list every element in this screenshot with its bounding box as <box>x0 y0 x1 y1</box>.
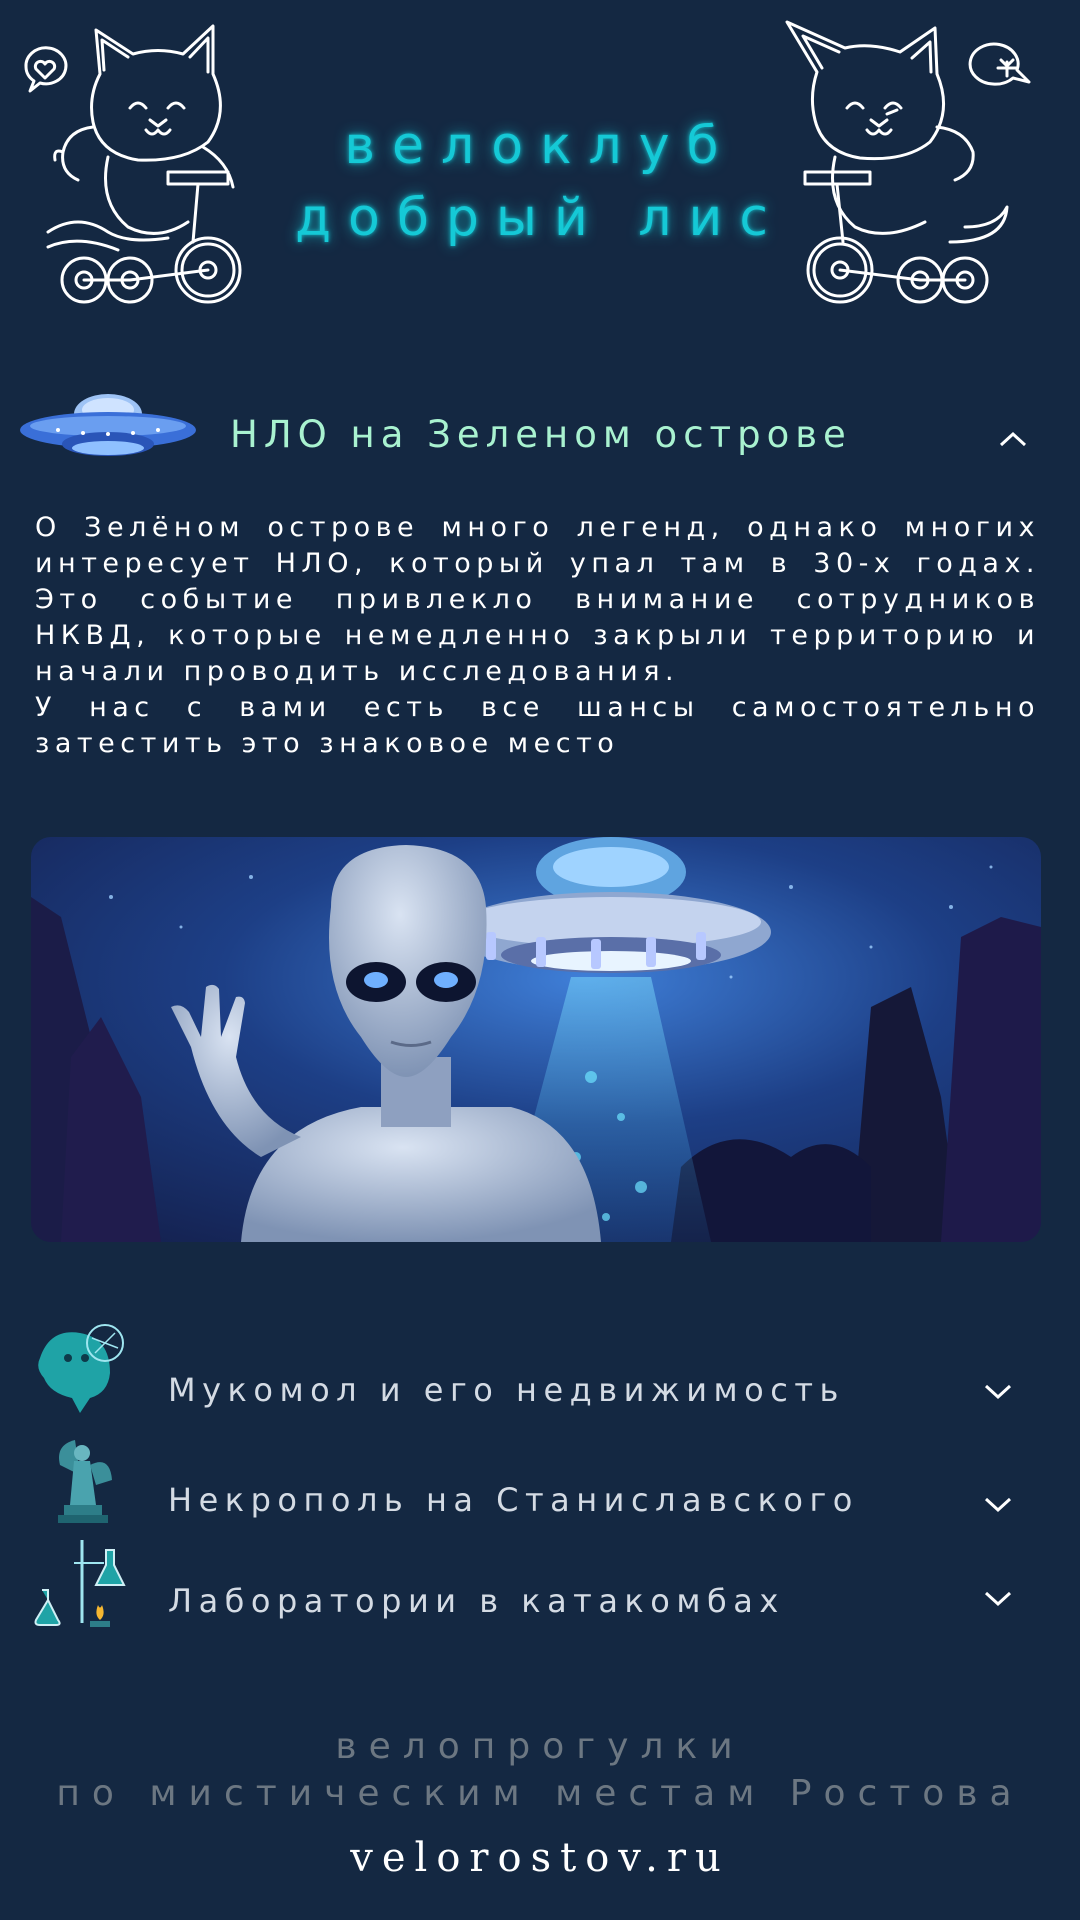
section-title-laboratories[interactable]: Лаборатории в катакомбах <box>168 1579 785 1623</box>
title-line-2: добрый лис <box>295 188 785 248</box>
chevron-down-icon[interactable] <box>980 1588 1016 1610</box>
section-title-necropolis[interactable]: Некрополь на Станиславского <box>168 1478 859 1522</box>
cat-on-bicycle-heart-icon <box>18 12 278 312</box>
club-title: велоклуб добрый лис <box>270 110 810 254</box>
section-description: О Зелёном острове много легенд, однако м… <box>35 510 1040 762</box>
ghost-icon <box>30 1318 130 1418</box>
chevron-down-icon[interactable] <box>980 1381 1016 1403</box>
description-paragraph-2: У нас с вами есть все шансы самостоятель… <box>35 692 1040 759</box>
ufo-icon <box>18 392 198 472</box>
footer-tagline-line-1: велопрогулки <box>335 1726 745 1767</box>
lab-flasks-icon <box>34 1535 134 1635</box>
title-line-1: велоклуб <box>344 116 736 176</box>
chevron-up-icon[interactable] <box>995 428 1031 450</box>
footer-tagline-line-2: по мистическим местам Ростова <box>56 1773 1024 1814</box>
site-link[interactable]: velorostov.ru <box>0 1835 1080 1881</box>
alien-and-ufo-illustration <box>31 837 1041 1242</box>
cat-on-bicycle-leaf-icon <box>775 12 1035 312</box>
description-paragraph-1: О Зелёном острове много легенд, однако м… <box>35 512 1040 687</box>
angel-statue-icon <box>40 1435 140 1535</box>
section-title-mukomol[interactable]: Мукомол и его недвижимость <box>168 1368 845 1412</box>
section-title-ufo[interactable]: НЛО на Зеленом острове <box>230 410 852 460</box>
chevron-down-icon[interactable] <box>980 1494 1016 1516</box>
